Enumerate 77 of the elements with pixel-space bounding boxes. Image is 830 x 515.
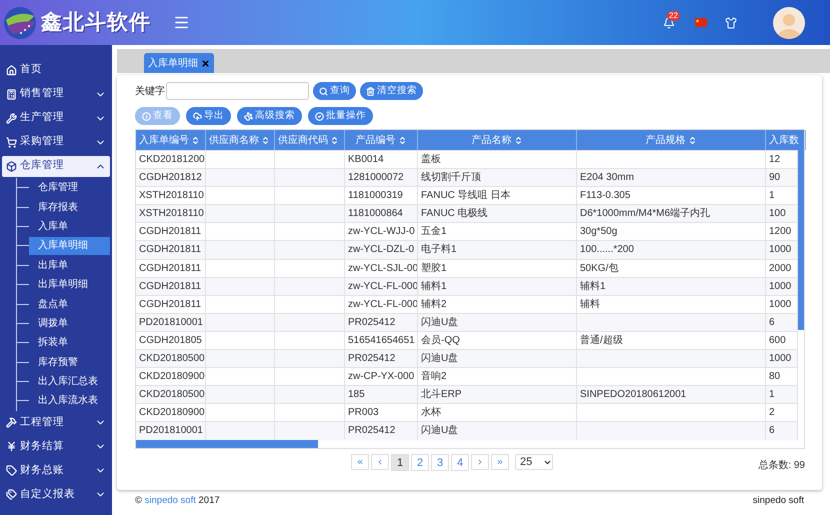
submenu-item[interactable]: 调拨单	[29, 314, 110, 332]
submenu-item[interactable]: 入库单明细	[29, 236, 110, 255]
sidebar-item[interactable]: 销售管理	[2, 84, 110, 104]
app-title: 鑫北斗软件	[41, 10, 151, 36]
china-flag-icon[interactable]	[695, 18, 707, 27]
sidebar-item[interactable]: 财务结算	[2, 436, 110, 458]
yen-icon	[6, 441, 17, 452]
search-icon	[319, 86, 328, 96]
sort-icon[interactable]	[261, 136, 270, 144]
tag-icon	[6, 465, 17, 476]
globe-logo-icon	[3, 6, 37, 40]
submenu-item[interactable]: 仓库管理	[29, 178, 110, 197]
sort-icon[interactable]	[688, 136, 696, 144]
sort-icon[interactable]	[398, 136, 406, 144]
total-count: 总条数: 99	[758, 458, 805, 472]
sidebar-item[interactable]: 生产管理	[2, 108, 110, 128]
bell-icon[interactable]	[663, 16, 675, 28]
submenu-item[interactable]: 出入库汇总表	[29, 372, 110, 391]
sidebar-item[interactable]: 工程管理	[2, 412, 110, 434]
last-page-icon	[496, 458, 504, 466]
sort-icon[interactable]	[514, 136, 522, 144]
notification-badge: 22	[667, 10, 680, 20]
sidebar-item[interactable]: 采购管理	[2, 132, 110, 152]
submenu-item[interactable]: 盘点单	[29, 295, 110, 314]
search-button[interactable]: 查询	[313, 82, 356, 100]
company-link[interactable]: sinpedo soft	[144, 494, 196, 506]
menu-icon[interactable]	[173, 14, 190, 31]
tab[interactable]: 入库单明细	[144, 53, 214, 73]
toolbar-button[interactable]: 批量操作	[308, 107, 373, 125]
submenu-item[interactable]: 出库单明细	[29, 276, 110, 294]
footer-brand: sinpedo soft	[752, 494, 804, 508]
hammer-icon	[6, 417, 17, 428]
avatar[interactable]	[773, 6, 805, 38]
previous-icon	[376, 458, 384, 466]
table-cell: PR025412	[345, 422, 418, 440]
submenu-item[interactable]: 库存预警	[29, 353, 110, 372]
close-icon[interactable]	[201, 58, 210, 68]
next-icon	[476, 458, 484, 466]
paw-icon	[244, 112, 253, 120]
home-icon	[6, 64, 17, 76]
page-button[interactable]: 2	[411, 454, 429, 470]
table-cell: 6	[766, 422, 798, 440]
tags-icon	[6, 489, 17, 500]
copyright-text: © sinpedo soft 2017	[135, 494, 220, 508]
clear-search-button[interactable]: 清空搜索	[360, 82, 423, 100]
page-button[interactable]: 3	[431, 454, 449, 470]
sidebar-item[interactable]: 自定义报表	[2, 484, 110, 506]
box-icon	[6, 160, 17, 172]
sort-icon[interactable]	[191, 136, 200, 144]
sidebar-item[interactable]: 财务总账	[2, 460, 110, 482]
first-page-button[interactable]	[351, 454, 369, 470]
submenu-item[interactable]: 库存报表	[29, 198, 110, 216]
first-page-icon	[356, 458, 364, 466]
page-button[interactable]: 1	[391, 454, 409, 470]
shirt-icon[interactable]	[725, 16, 737, 28]
last-page-button[interactable]	[491, 454, 509, 470]
sidebar-item[interactable]: 仓库管理	[2, 156, 110, 176]
cart-icon	[6, 136, 17, 148]
cloud-upload-icon	[193, 112, 202, 120]
submenu-item[interactable]: 出入库流水表	[29, 392, 110, 410]
trash-icon	[366, 86, 375, 96]
table-cell: 闪迪U盘	[418, 422, 577, 440]
wrench-icon	[6, 112, 17, 124]
toolbar-button[interactable]: 导出	[186, 107, 231, 125]
info-icon	[142, 112, 151, 120]
page-size-select[interactable]: 25	[515, 454, 553, 470]
sort-icon[interactable]	[330, 136, 339, 144]
submenu-item[interactable]: 入库单	[29, 217, 110, 236]
check-circle-icon	[315, 112, 324, 120]
keyword-input[interactable]	[166, 82, 309, 100]
keyword-label: 关键字	[135, 84, 165, 98]
toolbar-button[interactable]: 高级搜索	[237, 107, 302, 125]
submenu-item[interactable]: 出库单	[29, 256, 110, 274]
calculator-icon	[6, 88, 17, 100]
page-button[interactable]: 4	[451, 454, 469, 470]
submenu-item[interactable]: 拆装单	[29, 334, 110, 352]
sidebar-item[interactable]: 首页	[2, 60, 110, 80]
